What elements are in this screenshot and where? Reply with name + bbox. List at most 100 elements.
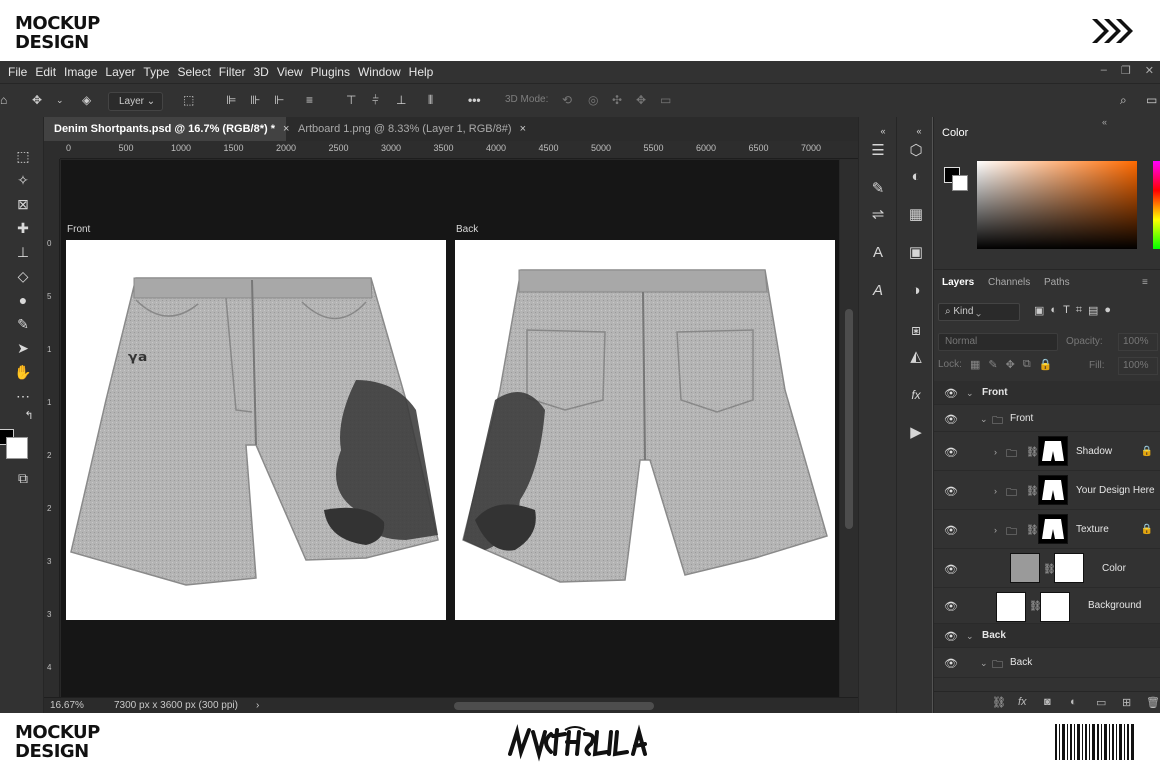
gradient-icon[interactable]: ▣: [906, 243, 926, 263]
lock-paint-icon[interactable]: ✎: [988, 358, 997, 371]
horizontal-scroll-thumb[interactable]: [454, 702, 654, 710]
libraries-icon[interactable]: ⧆: [906, 321, 926, 341]
filter-smart-icon[interactable]: ▤: [1088, 304, 1098, 317]
search-icon[interactable]: ⌕: [1120, 93, 1127, 108]
align-right-icon[interactable]: ⊩: [274, 93, 284, 107]
filter-type-icon[interactable]: T: [1063, 304, 1070, 317]
filter-shape-icon[interactable]: ⌗: [1076, 304, 1082, 317]
lock-all-icon[interactable]: 🔒: [1039, 358, 1053, 371]
color-picker-field[interactable]: [977, 161, 1137, 249]
menu-image[interactable]: Image: [64, 65, 97, 79]
menu-filter[interactable]: Filter: [219, 65, 246, 79]
layer-mask-icon[interactable]: ◙: [1044, 696, 1051, 708]
tab-denim-shortpants[interactable]: Denim Shortpants.psd @ 16.7% (RGB/8*) * ×: [44, 117, 289, 141]
paragraph-icon[interactable]: A: [868, 281, 888, 301]
delete-layer-icon[interactable]: 🗑: [1146, 696, 1160, 709]
menu-select[interactable]: Select: [177, 65, 210, 79]
eraser-icon[interactable]: ◇: [14, 267, 32, 285]
layer-row[interactable]: 👁 ⌄ Front: [934, 381, 1160, 405]
collapse-chevrons-icon[interactable]: «: [909, 121, 929, 141]
close-window-button[interactable]: ✕: [1145, 64, 1154, 77]
align-center-h-icon[interactable]: ⊪: [250, 93, 260, 107]
mask-link-icon[interactable]: ⛓: [1026, 486, 1039, 497]
color-wheel-icon[interactable]: ◐: [906, 167, 926, 187]
hue-slider[interactable]: [1153, 161, 1160, 249]
background-color-swatch[interactable]: [6, 437, 28, 459]
3d-roll-icon[interactable]: ◎: [588, 93, 598, 107]
more-tools-icon[interactable]: ⋯: [14, 387, 32, 405]
layer-row[interactable]: 👁 ⌄ 🗀 Front: [934, 405, 1160, 432]
layer-row[interactable]: 👁 › 🗀 ⛓ Your Design Here: [934, 471, 1160, 510]
menu-file[interactable]: File: [8, 65, 27, 79]
transform-controls-icon[interactable]: ⬚: [183, 93, 194, 107]
layer-row[interactable]: 👁 › 🗀 ⛓ Shadow 🔒: [934, 432, 1160, 471]
blur-tool-icon[interactable]: ●: [14, 291, 32, 309]
layer-style-fx-icon[interactable]: fx: [1018, 696, 1027, 708]
swap-colors-icon[interactable]: ↰: [20, 407, 38, 425]
expand-chevron-icon[interactable]: ⌄: [966, 631, 974, 642]
visibility-eye-icon[interactable]: 👁: [944, 657, 958, 670]
mask-link-icon[interactable]: ⛓: [1026, 447, 1039, 458]
tab-layers[interactable]: Layers: [942, 277, 974, 288]
visibility-eye-icon[interactable]: 👁: [944, 446, 958, 459]
expand-chevron-icon[interactable]: ›: [994, 486, 997, 496]
color-panel-title[interactable]: Color: [934, 127, 1160, 149]
expand-chevron-icon[interactable]: ›: [994, 447, 997, 457]
lock-artboard-icon[interactable]: ⧉: [1023, 358, 1031, 371]
3d-pan-icon[interactable]: ✣: [612, 93, 622, 107]
3d-slide-icon[interactable]: ✥: [636, 93, 646, 107]
align-middle-v-icon[interactable]: ⫩: [372, 93, 379, 108]
frame-tool-icon[interactable]: ⊠: [14, 195, 32, 213]
filter-pixel-icon[interactable]: ▣: [1034, 304, 1044, 317]
hand-tool-icon[interactable]: ✋: [14, 363, 32, 381]
shapes-icon[interactable]: ◭: [906, 347, 926, 367]
visibility-eye-icon[interactable]: 👁: [944, 524, 958, 537]
brush-settings-icon[interactable]: ✎: [868, 179, 888, 199]
layer-row[interactable]: 👁 › 🗀 ⛓ Texture 🔒: [934, 510, 1160, 549]
lock-position-icon[interactable]: ✥: [1006, 358, 1015, 371]
menu-3d[interactable]: 3D: [253, 65, 268, 79]
opacity-field[interactable]: 100%: [1118, 333, 1158, 351]
vertical-scrollbar[interactable]: [840, 159, 858, 701]
adjustments-icon[interactable]: ☰: [868, 141, 888, 161]
distribute-v-icon[interactable]: ⫴: [428, 93, 433, 108]
restore-button[interactable]: ❐: [1121, 64, 1131, 77]
marquee-tool-icon[interactable]: ⬚: [14, 147, 32, 165]
more-options-button[interactable]: •••: [468, 93, 481, 107]
3d-orbit-icon[interactable]: ⟲: [562, 93, 572, 107]
workspace-icon[interactable]: ▭: [1146, 93, 1157, 107]
layer-row[interactable]: 👁 ⛓ Background: [934, 588, 1160, 624]
auto-select-dropdown[interactable]: Layer ⌄: [108, 92, 163, 111]
menu-edit[interactable]: Edit: [35, 65, 56, 79]
path-selection-icon[interactable]: ➤: [14, 339, 32, 357]
healing-brush-icon[interactable]: ✚: [14, 219, 32, 237]
character-icon[interactable]: A: [868, 243, 888, 263]
layer-row[interactable]: 👁 ⌄ Back: [934, 624, 1160, 648]
lock-transparent-icon[interactable]: ▦: [970, 358, 980, 371]
pen-tool-icon[interactable]: ✎: [14, 315, 32, 333]
visibility-eye-icon[interactable]: 👁: [944, 563, 958, 576]
move-tool-icon[interactable]: ✥: [32, 93, 42, 107]
expand-chevron-icon[interactable]: ⌄: [980, 658, 988, 669]
zoom-level[interactable]: 16.67%: [50, 700, 84, 711]
3d-cube-icon[interactable]: ⬡: [906, 141, 926, 161]
vertical-scroll-thumb[interactable]: [845, 309, 853, 529]
tab-channels[interactable]: Channels: [988, 277, 1030, 288]
tool-preset-chevron-icon[interactable]: ⌄: [56, 95, 64, 106]
swatches-grid-icon[interactable]: ▦: [906, 205, 926, 225]
quick-mask-icon[interactable]: ⧉: [14, 469, 32, 487]
filter-toggle-icon[interactable]: ●: [1104, 304, 1111, 317]
panel-menu-icon[interactable]: ≡: [1142, 277, 1148, 288]
visibility-eye-icon[interactable]: 👁: [944, 387, 958, 400]
auto-select-icon[interactable]: ◈: [82, 93, 91, 107]
expand-chevron-icon[interactable]: ›: [994, 525, 997, 535]
artboard-back[interactable]: [455, 240, 835, 620]
new-layer-icon[interactable]: ⊞: [1122, 696, 1131, 709]
expand-chevron-icon[interactable]: ⌄: [966, 388, 974, 399]
adjustment-layer-icon[interactable]: ◐: [1070, 696, 1077, 708]
menu-help[interactable]: Help: [409, 65, 434, 79]
visibility-eye-icon[interactable]: 👁: [944, 485, 958, 498]
collapse-chevrons-icon[interactable]: «: [873, 121, 893, 141]
align-bottom-icon[interactable]: ⊥: [396, 93, 406, 107]
styles-fx-icon[interactable]: fx: [906, 385, 926, 405]
